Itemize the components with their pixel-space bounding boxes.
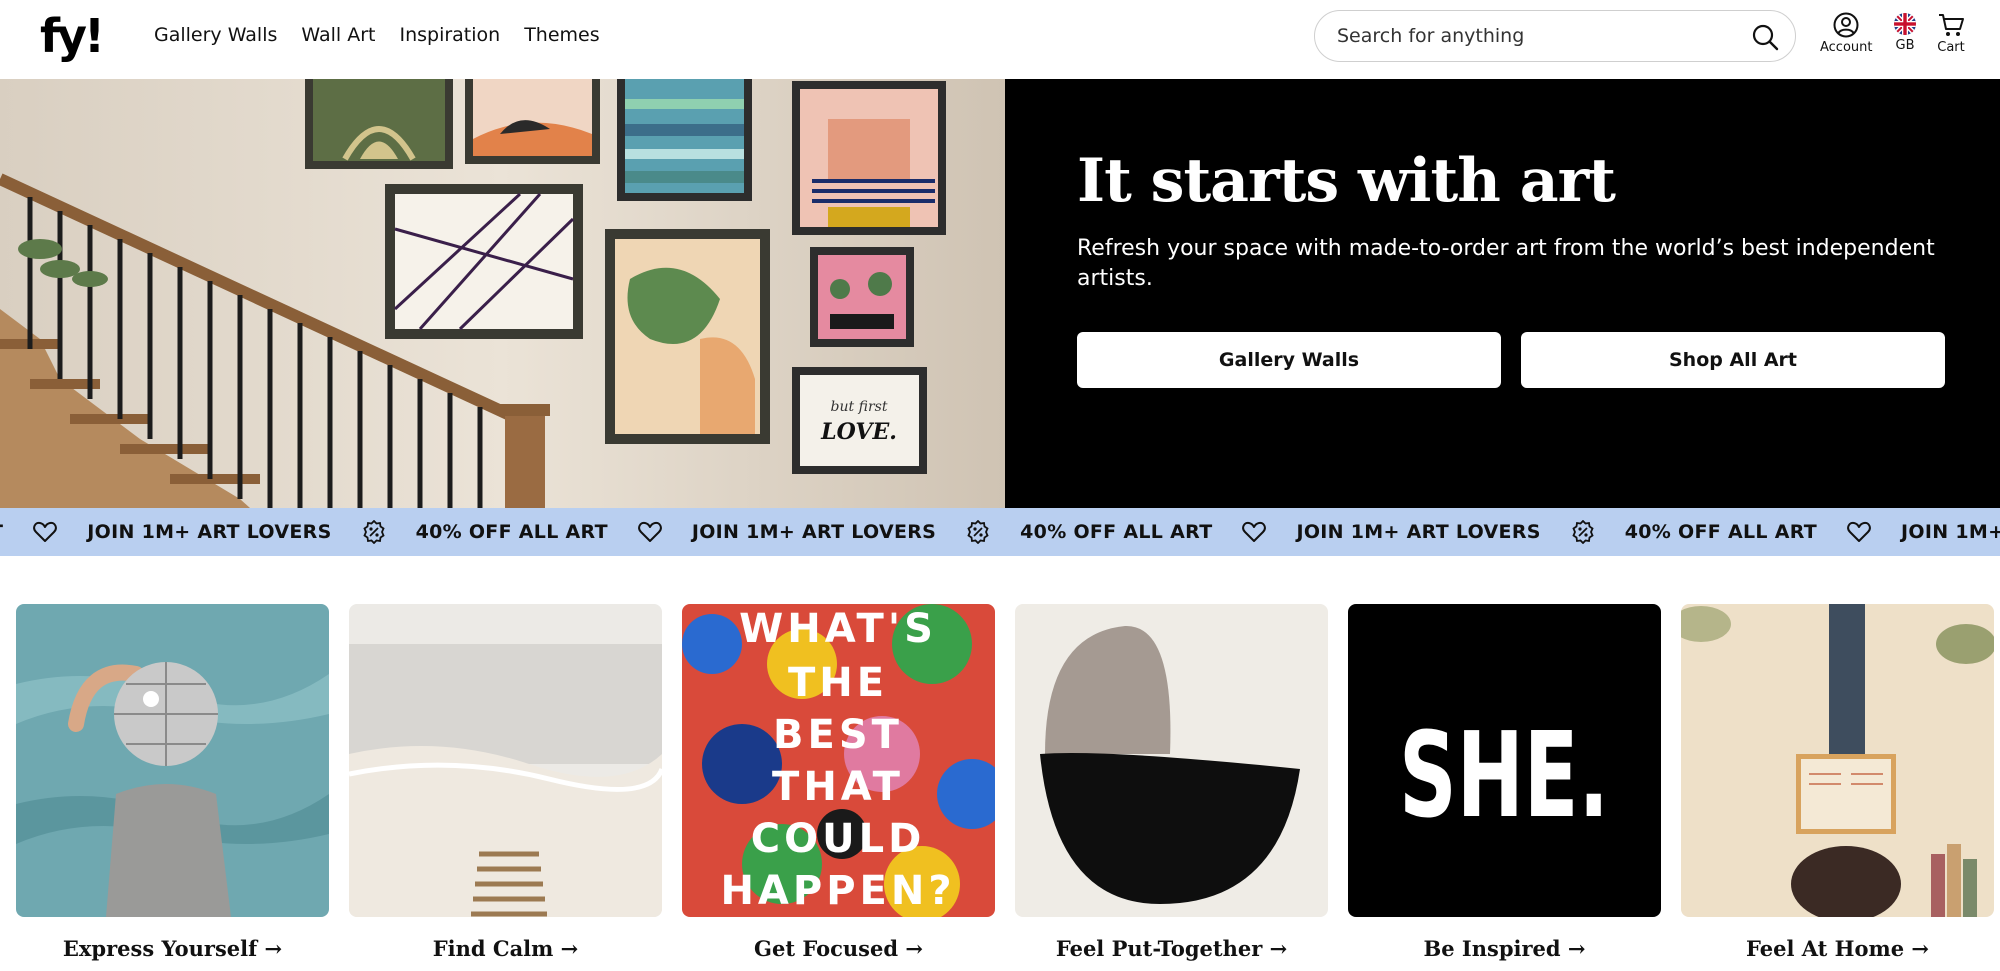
category-image[interactable] — [1681, 604, 1994, 917]
heart-icon — [1847, 521, 1871, 543]
heart-icon — [33, 521, 58, 543]
marquee-text: 40% OFF ALL ART — [415, 521, 608, 543]
hero-panel: It starts with art Refresh your space wi… — [1005, 79, 2000, 508]
hero-gallery-wall-image: but first LOVE. — [0, 79, 1005, 508]
marquee-text: 40% OFF ALL ART — [1020, 521, 1213, 543]
marquee-item: JOIN 1M+ ART LOVERS — [1847, 521, 2000, 543]
nav-gallery-walls[interactable]: Gallery Walls — [154, 22, 277, 48]
category-card-find-calm[interactable]: Find Calm → — [349, 604, 662, 961]
marquee-track: T JOIN 1M+ ART LOVERS 40% OFF ALL ART JO… — [0, 508, 2000, 556]
hero-subtitle: Refresh your space with made-to-order ar… — [1077, 236, 1935, 291]
discount-badge-icon — [1571, 520, 1595, 544]
category-image[interactable] — [1015, 604, 1328, 917]
marquee-item: 40% OFF ALL ART — [362, 520, 608, 544]
site-logo[interactable]: fy! — [40, 12, 105, 60]
marquee-item: 40% OFF ALL ART — [1571, 520, 1817, 544]
marquee-text: 40% OFF ALL ART — [1624, 521, 1818, 543]
marquee-text: JOIN 1M+ ART LOVERS — [87, 521, 332, 543]
marquee-item: JOIN 1M+ ART LOVERS — [33, 521, 331, 543]
marquee-item: JOIN 1M+ ART LOVERS — [638, 521, 936, 543]
marquee-text: JOIN 1M+ ART LOVERS — [1296, 521, 1541, 543]
category-image[interactable]: WHAT'S THE BEST THAT COULD HAPPEN? — [682, 604, 995, 917]
art-text: HAPPEN? — [720, 868, 955, 914]
cart-icon — [1939, 14, 1964, 36]
category-label[interactable]: Find Calm → — [349, 934, 662, 964]
marquee-text: T — [0, 521, 3, 543]
art-text: THE — [788, 660, 888, 706]
site-header: fy! Gallery Walls Wall Art Inspiration T… — [0, 0, 2000, 79]
art-text: WHAT'S — [739, 606, 937, 652]
heart-icon — [638, 521, 662, 543]
promo-marquee: T JOIN 1M+ ART LOVERS 40% OFF ALL ART JO… — [0, 508, 2000, 556]
account-button[interactable]: Account — [1820, 12, 1873, 55]
art-text: BEST — [773, 712, 903, 758]
frame-bold-text: LOVE. — [820, 419, 897, 445]
shop-all-art-button[interactable]: Shop All Art — [1521, 332, 1945, 388]
category-cards: Express Yourself → Find Calm → WHAT'S TH… — [16, 604, 2000, 971]
category-image[interactable] — [349, 604, 662, 917]
region-selector[interactable]: GB — [1893, 12, 1917, 53]
art-text: SHE. — [1399, 706, 1609, 844]
account-icon — [1833, 12, 1859, 38]
nav-themes[interactable]: Themes — [524, 22, 599, 48]
discount-badge-icon — [362, 520, 386, 544]
frame-script-text: but first — [831, 399, 888, 415]
art-text: THAT — [772, 764, 904, 810]
region-label: GB — [1895, 38, 1915, 53]
cart-label: Cart — [1937, 40, 1965, 55]
gallery-walls-button[interactable]: Gallery Walls — [1077, 332, 1501, 388]
category-card-feel-at-home[interactable]: Feel At Home → — [1681, 604, 1994, 961]
heart-icon — [1242, 521, 1267, 543]
search-bar[interactable] — [1314, 10, 1796, 62]
hero-title: It starts with art — [1077, 146, 1616, 216]
category-card-get-focused[interactable]: WHAT'S THE BEST THAT COULD HAPPEN? Get F… — [682, 604, 995, 961]
category-image[interactable]: SHE. — [1348, 604, 1661, 917]
main-nav: Gallery Walls Wall Art Inspiration Theme… — [154, 22, 600, 48]
uk-flag-icon — [1894, 13, 1916, 35]
marquee-item: JOIN 1M+ ART LOVERS — [1242, 521, 1540, 543]
nav-inspiration[interactable]: Inspiration — [399, 22, 500, 48]
account-label: Account — [1820, 40, 1873, 55]
category-label[interactable]: Be Inspired → — [1348, 934, 1661, 964]
marquee-text: JOIN 1M+ ART LOVERS — [691, 521, 937, 543]
category-card-express-yourself[interactable]: Express Yourself → — [16, 604, 329, 961]
category-label[interactable]: Get Focused → — [682, 934, 995, 964]
category-card-feel-put-together[interactable]: Feel Put-Together → — [1015, 604, 1328, 961]
category-image[interactable] — [16, 604, 329, 917]
nav-wall-art[interactable]: Wall Art — [301, 22, 375, 48]
discount-badge-icon — [966, 520, 990, 544]
category-card-be-inspired[interactable]: SHE. Be Inspired → — [1348, 604, 1661, 961]
marquee-item: T — [0, 521, 3, 543]
marquee-text: JOIN 1M+ ART LOVERS — [1901, 521, 2000, 543]
cart-button[interactable]: Cart — [1937, 12, 1965, 55]
art-text: COULD — [751, 816, 926, 862]
category-label[interactable]: Feel Put-Together → — [1015, 934, 1328, 964]
search-input[interactable] — [1337, 23, 1737, 49]
category-label[interactable]: Feel At Home → — [1681, 934, 1994, 964]
marquee-item: 40% OFF ALL ART — [966, 520, 1212, 544]
search-icon[interactable] — [1751, 23, 1779, 51]
category-label[interactable]: Express Yourself → — [16, 934, 329, 964]
